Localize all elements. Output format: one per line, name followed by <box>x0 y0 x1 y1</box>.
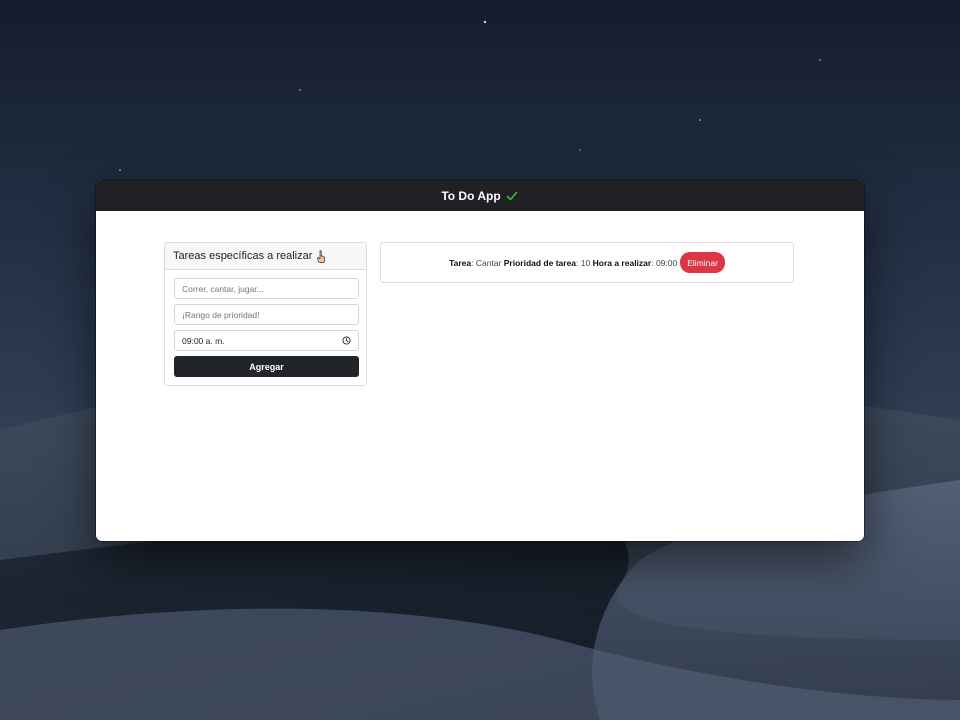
task-name-field[interactable] <box>174 278 359 299</box>
task-label: Tarea <box>449 257 472 268</box>
window-titlebar[interactable]: To Do App <box>96 180 864 211</box>
priority-label: Prioridad de tarea <box>503 257 577 268</box>
task-form-title: Tareas específicas a realizar <box>173 250 313 262</box>
task-name-input[interactable] <box>182 283 351 294</box>
desktop-background: To Do App Tareas específicas a realizar <box>0 0 960 720</box>
task-list-item: Tarea: Cantar Prioridad de tarea: 10 Hor… <box>380 242 794 283</box>
app-window: To Do App Tareas específicas a realizar <box>96 180 864 541</box>
priority-value: 10 <box>580 257 591 268</box>
task-form-header: Tareas específicas a realizar <box>165 243 366 270</box>
priority-field[interactable] <box>174 304 359 325</box>
task-value: Cantar <box>475 257 502 268</box>
window-title: To Do App <box>441 188 501 203</box>
add-task-button[interactable]: Agregar <box>174 356 359 377</box>
task-time-value: 09:00 <box>655 257 678 268</box>
task-form-body: 09:00 a. m. Agregar <box>165 270 366 377</box>
clock-icon[interactable] <box>342 336 351 345</box>
time-value: 09:00 a. m. <box>182 335 225 346</box>
pointing-hand-icon <box>316 249 326 263</box>
priority-input[interactable] <box>182 309 351 320</box>
task-form-card: Tareas específicas a realizar Correr, ca… <box>164 242 367 386</box>
time-input[interactable]: 09:00 a. m. <box>174 330 359 351</box>
time-label: Hora a realizar <box>592 257 652 268</box>
app-content: Tareas específicas a realizar Correr, ca… <box>96 211 864 541</box>
check-icon <box>505 189 519 203</box>
delete-task-button[interactable]: Eliminar <box>680 252 725 273</box>
